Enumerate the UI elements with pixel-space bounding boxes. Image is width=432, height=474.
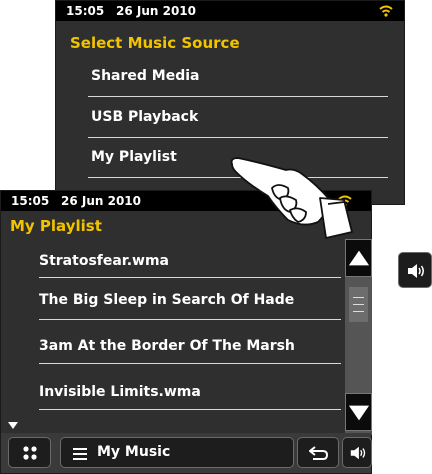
playlist-item[interactable]: 3am At the Border Of The Marsh bbox=[39, 338, 295, 354]
divider bbox=[88, 137, 388, 138]
menu-item-usb-playback[interactable]: USB Playback bbox=[91, 109, 198, 125]
divider bbox=[39, 319, 341, 320]
pointing-hand-icon bbox=[230, 157, 353, 239]
menu-item-shared-media[interactable]: Shared Media bbox=[91, 68, 200, 84]
mode-label: My Music bbox=[97, 444, 171, 460]
status-bar: 15:05 26 Jun 2010 bbox=[56, 1, 404, 21]
arrow-down-icon bbox=[348, 405, 370, 421]
playlist-item[interactable]: Stratosfear.wma bbox=[39, 253, 169, 269]
status-date: 26 Jun 2010 bbox=[61, 194, 142, 208]
playlist-item[interactable]: The Big Sleep in Search Of Hade bbox=[39, 292, 294, 308]
divider bbox=[39, 363, 341, 364]
list-icon bbox=[73, 448, 87, 460]
mode-menu-button[interactable]: My Music bbox=[60, 437, 294, 468]
scrollbar-thumb[interactable] bbox=[349, 287, 368, 322]
divider bbox=[39, 277, 341, 278]
bottom-bar: My Music bbox=[1, 433, 372, 473]
arrow-up-icon bbox=[348, 250, 370, 266]
wifi-icon bbox=[379, 5, 393, 17]
divider bbox=[39, 409, 341, 410]
grid-menu-icon bbox=[23, 446, 37, 460]
status-time: 15:05 bbox=[66, 4, 105, 18]
scroll-down-button[interactable] bbox=[345, 393, 372, 431]
volume-button[interactable] bbox=[398, 252, 432, 288]
home-button[interactable] bbox=[8, 437, 51, 468]
volume-button[interactable] bbox=[342, 437, 372, 468]
menu-item-my-playlist[interactable]: My Playlist bbox=[91, 149, 177, 165]
return-icon bbox=[309, 446, 329, 460]
divider bbox=[88, 96, 388, 97]
page-title: My Playlist bbox=[10, 217, 102, 235]
speaker-icon bbox=[408, 264, 424, 278]
back-button[interactable] bbox=[297, 437, 339, 468]
playlist-item[interactable]: Invisible Limits.wma bbox=[39, 384, 201, 400]
status-time: 15:05 bbox=[11, 194, 50, 208]
speaker-icon bbox=[350, 446, 366, 460]
status-date: 26 Jun 2010 bbox=[116, 4, 197, 18]
more-below-indicator-icon bbox=[8, 422, 18, 429]
page-title: Select Music Source bbox=[70, 34, 240, 52]
